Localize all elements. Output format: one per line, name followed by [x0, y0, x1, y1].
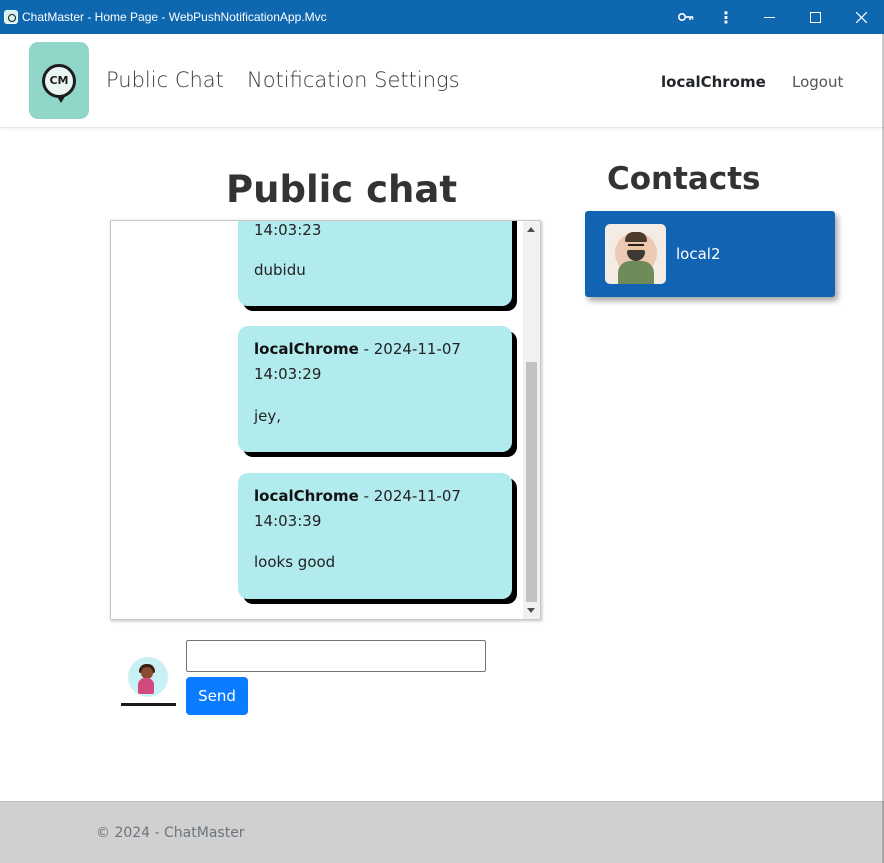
contact-avatar	[605, 224, 666, 284]
app-logo[interactable]: CM	[29, 42, 89, 119]
scroll-up-icon[interactable]	[527, 227, 535, 232]
contact-item-local2[interactable]: local2	[585, 211, 835, 297]
message-header: localChrome - 2024-11-07	[254, 487, 461, 505]
page-title: Public chat	[226, 168, 458, 211]
message-date: 2024-11-07	[373, 340, 461, 358]
message-header: localChrome - 2024-11-07	[254, 340, 461, 358]
contact-name: local2	[676, 245, 721, 263]
message-time: 14:03:29	[254, 365, 322, 383]
window-titlebar: ChatMaster - Home Page - WebPushNotifica…	[0, 0, 884, 34]
current-user-avatar	[121, 655, 176, 707]
key-icon[interactable]	[666, 0, 706, 34]
contacts-heading: Contacts	[607, 161, 761, 197]
window-title: ChatMaster - Home Page - WebPushNotifica…	[22, 10, 327, 24]
message-date: 2024-11-07	[373, 487, 461, 505]
window-controls: ⋮	[666, 0, 884, 34]
app-icon	[4, 10, 18, 24]
messages-viewport: 14:03:23 dubidu localChrome - 2024-11-07…	[111, 221, 523, 619]
footer: © 2024 - ChatMaster	[0, 801, 884, 863]
navbar: CM Public Chat Notification Settings loc…	[0, 34, 884, 128]
scrollbar-thumb[interactable]	[526, 362, 537, 602]
close-button[interactable]	[838, 0, 884, 34]
message-text: dubidu	[254, 261, 306, 279]
chat-bubble-icon: CM	[42, 63, 76, 103]
chat-message: localChrome - 2024-11-07 14:03:39 looks …	[238, 473, 512, 599]
message-text: jey,	[254, 407, 282, 425]
logout-link[interactable]: Logout	[792, 73, 843, 91]
chat-message: localChrome - 2024-11-07 14:03:29 jey,	[238, 326, 512, 452]
message-time: 14:03:23	[254, 221, 322, 239]
scroll-down-icon[interactable]	[527, 608, 535, 613]
chat-message: 14:03:23 dubidu	[238, 221, 512, 306]
message-author: localChrome	[254, 340, 359, 358]
send-button[interactable]: Send	[186, 677, 248, 715]
message-text: looks good	[254, 553, 336, 571]
maximize-button[interactable]	[792, 0, 838, 34]
chat-scrollbar[interactable]	[523, 221, 540, 619]
chat-message-list[interactable]: 14:03:23 dubidu localChrome - 2024-11-07…	[110, 220, 541, 620]
copyright-text: © 2024 - ChatMaster	[96, 825, 245, 841]
nav-link-notification-settings[interactable]: Notification Settings	[247, 68, 460, 92]
minimize-button[interactable]	[746, 0, 792, 34]
current-username: localChrome	[661, 73, 766, 91]
nav-link-public-chat[interactable]: Public Chat	[106, 68, 224, 92]
message-time: 14:03:39	[254, 512, 322, 530]
message-author: localChrome	[254, 487, 359, 505]
more-menu-icon[interactable]: ⋮	[706, 0, 746, 34]
message-input[interactable]	[186, 640, 486, 672]
